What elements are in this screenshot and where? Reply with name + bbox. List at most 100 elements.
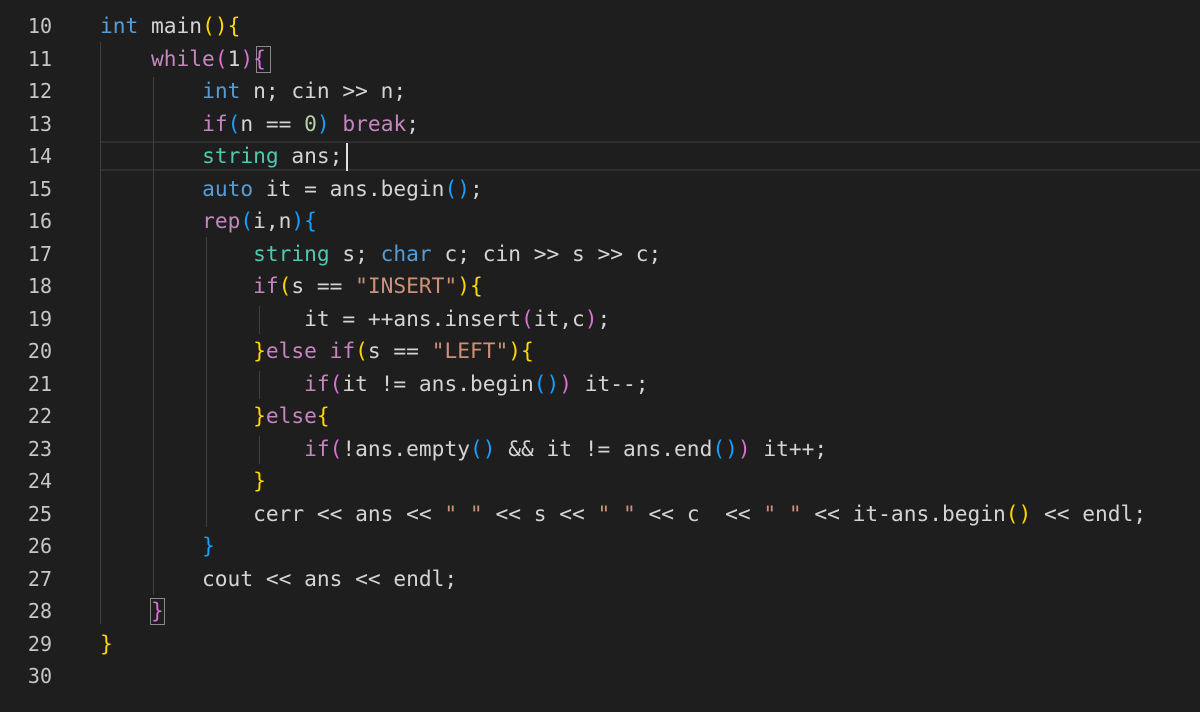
code-line[interactable]: int main(){	[100, 10, 240, 43]
code-line[interactable]: }	[100, 465, 266, 498]
code-line[interactable]: if(!ans.empty() && it != ans.end()) it++…	[100, 433, 827, 466]
code-line[interactable]: rep(i,n){	[100, 205, 317, 238]
code-token: {	[521, 338, 534, 363]
code-token: << it-ans.begin	[801, 500, 1006, 526]
code-token: int	[202, 78, 241, 103]
code-token: )	[291, 208, 305, 233]
code-line[interactable]: string s; char c; cin >> s >> c;	[100, 238, 661, 271]
code-token: )	[240, 45, 254, 71]
code-token: else	[265, 403, 317, 428]
code-token: (	[214, 45, 228, 71]
code-token: (	[329, 370, 343, 396]
code-token: )	[457, 273, 470, 298]
line-number: 11	[27, 46, 52, 71]
line-number: 14	[27, 144, 52, 168]
line-number: 30	[27, 664, 52, 688]
code-token: }	[151, 598, 164, 623]
code-token: rep	[202, 208, 241, 233]
code-line[interactable]: cerr << ans << " " << s << " " << c << "…	[100, 498, 1146, 531]
code-token: if	[202, 110, 228, 136]
code-token: it = ans.begin	[253, 175, 445, 201]
code-token: it != ans.begin	[342, 370, 534, 396]
code-line[interactable]: string ans;	[100, 140, 342, 173]
code-token: (	[227, 110, 241, 136]
line-number: 20	[27, 339, 52, 363]
line-number: 16	[27, 209, 52, 233]
code-line[interactable]: if(n == 0) break;	[100, 108, 419, 141]
code-token: }	[253, 403, 266, 428]
code-token: (	[355, 338, 368, 363]
line-number-gutter[interactable]: 10 11 12 13 14 15 16 17 18 19 20 21 22 23 24 25 26 27 28 29…	[0, 0, 78, 712]
code-token: (	[329, 435, 343, 461]
code-line[interactable]: }	[100, 628, 113, 661]
code-line[interactable]: auto it = ans.begin();	[100, 173, 483, 206]
line-number: 10	[27, 14, 52, 38]
code-token: cout << ans << endl;	[100, 565, 458, 591]
code-token: s;	[329, 240, 381, 266]
code-token: s ==	[291, 273, 356, 298]
code-line[interactable]: }	[100, 530, 215, 563]
code-token: ()	[1005, 500, 1032, 526]
code-token: {	[304, 208, 317, 233]
line-number: 17	[27, 241, 52, 266]
code-token: ()	[533, 370, 560, 396]
code-line[interactable]: }else if(s == "LEFT"){	[100, 335, 534, 368]
line-number: 23	[27, 436, 52, 461]
code-token: " "	[763, 500, 802, 526]
code-token: it++;	[750, 435, 828, 461]
line-number: 18	[27, 274, 52, 298]
text-cursor	[346, 143, 348, 171]
code-line[interactable]: if(s == "INSERT"){	[100, 270, 483, 303]
code-token: cerr << ans <<	[100, 500, 445, 526]
code-token: ()	[469, 435, 496, 461]
line-number: 28	[27, 599, 52, 623]
code-token: string	[253, 240, 330, 266]
code-token: s ==	[367, 338, 432, 363]
code-token: << c <<	[635, 500, 764, 526]
code-token: n ==	[240, 110, 305, 136]
code-token: !ans.empty	[342, 435, 470, 461]
code-editor[interactable]: 10 11 12 13 14 15 16 17 18 19 20 21 22 23 24 25 26 27 28 29…	[0, 0, 1200, 712]
code-token: it,c	[533, 305, 585, 331]
line-number: 29	[27, 631, 52, 656]
line-number: 26	[27, 534, 52, 558]
code-token: " "	[444, 500, 483, 526]
code-token: }	[253, 468, 266, 493]
code-area[interactable]: int main(){ while(1){ int n; cin >> n; i…	[100, 0, 1200, 712]
code-line[interactable]: }else{	[100, 400, 330, 433]
line-number: 13	[27, 111, 52, 136]
code-token: while	[151, 45, 215, 71]
code-line[interactable]: }	[100, 595, 164, 628]
code-token: {	[316, 403, 330, 428]
code-token: 1	[227, 45, 241, 71]
line-number: 12	[27, 79, 52, 103]
code-token: )	[559, 370, 573, 396]
code-line[interactable]: int n; cin >> n;	[100, 75, 406, 108]
code-line[interactable]: it = ++ans.insert(it,c);	[100, 303, 610, 336]
code-token: char	[380, 240, 432, 266]
code-line[interactable]: if(it != ans.begin()) it--;	[100, 368, 648, 401]
code-token: ()	[444, 175, 470, 201]
code-token: {	[253, 45, 266, 71]
code-token: }	[253, 338, 266, 363]
code-token: )	[584, 305, 598, 331]
code-token: if	[253, 273, 279, 298]
code-token: if	[304, 370, 330, 396]
code-line[interactable]: while(1){	[100, 43, 266, 76]
code-line[interactable]: cout << ans << endl;	[100, 563, 457, 596]
code-token: else if	[265, 338, 356, 363]
line-number: 21	[27, 371, 52, 396]
